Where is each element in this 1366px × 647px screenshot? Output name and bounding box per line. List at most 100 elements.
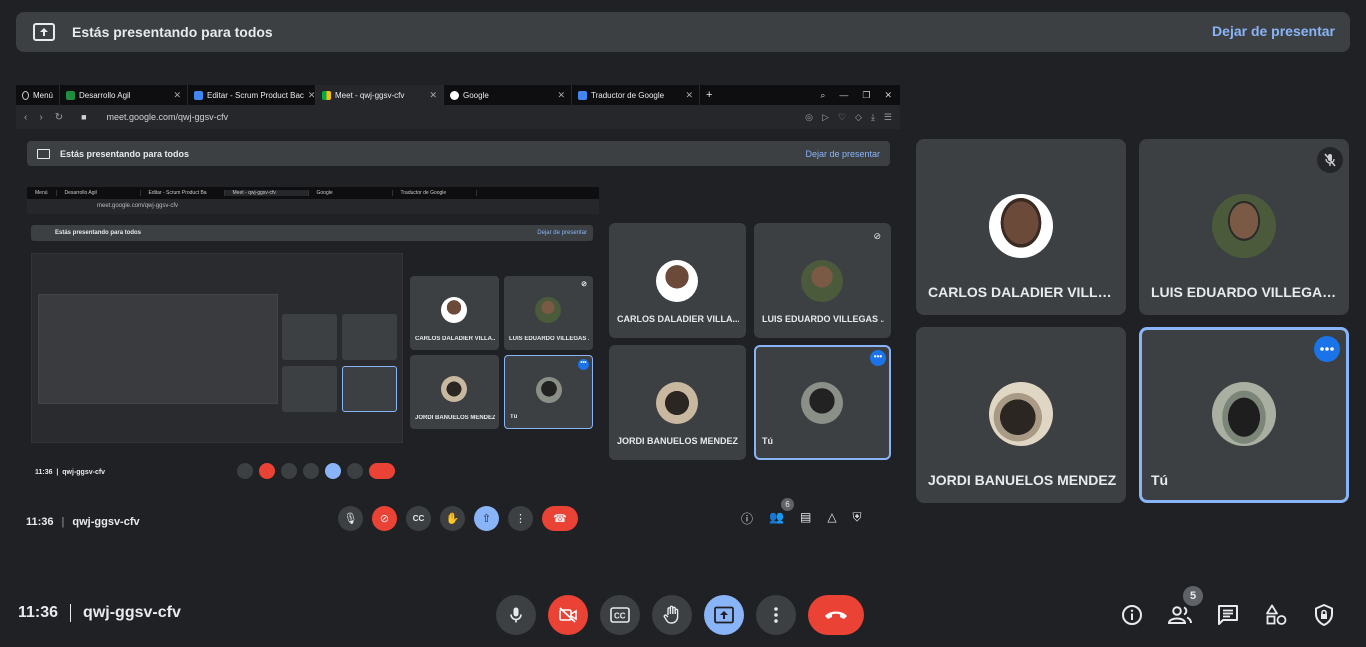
avatar	[801, 260, 843, 302]
activities-icon	[1266, 604, 1287, 625]
tab-label: Editar - Scrum Product Bac	[207, 90, 304, 100]
meet-icon	[322, 90, 331, 100]
presenting-banner: Estás presentando para todos Dejar de pr…	[16, 12, 1350, 52]
heart-icon[interactable]: ♡	[838, 112, 846, 123]
more-horiz-icon	[1320, 347, 1334, 351]
address-bar: ‹ › ↻ ■ meet.google.com/qwj-ggsv-cfv ◎ ▷…	[16, 105, 900, 129]
time-text: 11:36	[26, 516, 54, 528]
nested-tab: Google	[309, 190, 393, 196]
nested-control-bar: 11:36 | qwj-ggsv-cfv	[27, 455, 599, 491]
avatar	[1212, 382, 1276, 446]
cube-icon[interactable]: ◇	[855, 112, 862, 123]
tab-label: Menú	[32, 90, 53, 100]
people-button[interactable]: 5	[1160, 586, 1203, 635]
present-button[interactable]	[704, 595, 744, 635]
nested-presenting-banner: Estás presentando para todos Dejar de pr…	[31, 225, 593, 241]
avatar	[441, 376, 467, 402]
avatar	[656, 260, 698, 302]
forward-icon[interactable]: ›	[39, 112, 42, 123]
send-icon[interactable]: ▷	[822, 112, 829, 123]
more-options-button[interactable]	[756, 595, 796, 635]
participant-tile-self: Tú •••	[504, 355, 593, 429]
participant-tile-self[interactable]: Tú	[1139, 327, 1349, 503]
back-icon[interactable]: ‹	[24, 112, 27, 123]
shared-screen: Menú Desarrollo Agil ✕ Editar - Scrum Pr…	[16, 85, 900, 539]
presenting-text: Estás presentando para todos	[72, 24, 273, 40]
nested-address-bar: meet.google.com/qwj-ggsv-cfv	[27, 199, 599, 214]
tab-label: Desarrollo Agil	[79, 90, 131, 100]
tab-google[interactable]: Google ✕	[444, 85, 572, 105]
stop-presenting-button[interactable]: Dejar de presentar	[1212, 23, 1335, 39]
avatar	[989, 382, 1053, 446]
tab-desarrollo-agil[interactable]: Desarrollo Agil ✕	[60, 85, 188, 105]
window-controls: ⌕ — ❐ ✕	[820, 90, 900, 101]
more-icon	[347, 463, 363, 479]
close-tab-icon[interactable]: ✕	[685, 90, 693, 101]
nested-tab: Menú	[27, 190, 57, 196]
camera-off-icon	[559, 607, 577, 623]
reload-icon[interactable]: ↻	[55, 112, 63, 123]
avatar	[441, 297, 467, 323]
captions-button[interactable]: CC	[600, 595, 640, 635]
more-options-button[interactable]	[1314, 336, 1340, 362]
host-controls-button[interactable]	[1304, 595, 1344, 635]
search-icon[interactable]: ⌕	[820, 90, 825, 101]
more-options-icon: •••	[578, 359, 589, 370]
stop-presenting-link[interactable]: Dejar de presentar	[805, 149, 880, 159]
people-icon: 👥	[769, 510, 784, 524]
nested-tabbar: Menú Desarrollo Agil Editar - Scrum Prod…	[27, 187, 599, 199]
participant-name: JORDI BANUELOS MENDEZ	[617, 436, 739, 446]
nested-shared-screen: Menú Desarrollo Agil Editar - Scrum Prod…	[27, 187, 599, 491]
menu-icon[interactable]: ☰	[884, 112, 892, 123]
participant-tile-carlos[interactable]: CARLOS DALADIER VILLA...	[916, 139, 1126, 315]
deeper-nested-content	[38, 294, 278, 404]
download-icon[interactable]: ⤓	[871, 112, 875, 123]
more-vert-icon: ⋮	[508, 506, 533, 531]
screen-participant-tile: LUIS EDUARDO VILLEGAS ... ⊘	[754, 223, 891, 338]
leave-call-button[interactable]	[808, 595, 864, 635]
raise-hand-button[interactable]	[652, 595, 692, 635]
chat-button[interactable]	[1208, 595, 1248, 635]
mic-off-icon	[1317, 147, 1343, 173]
tab-traductor[interactable]: Traductor de Google ✕	[572, 85, 700, 105]
new-tab-button[interactable]: +	[700, 85, 718, 105]
meeting-info-button[interactable]	[1112, 595, 1152, 635]
participant-name: Tú	[762, 436, 773, 446]
close-window-icon[interactable]: ✕	[884, 90, 892, 101]
participant-tile: LUIS EDUARDO VILLEGAS ... ⊘	[504, 276, 593, 350]
present-screen-icon	[33, 23, 55, 41]
presenting-text: Estás presentando para todos	[55, 230, 142, 236]
captions-icon: CC	[610, 607, 630, 623]
participant-tile-luis[interactable]: LUIS EDUARDO VILLEGAS ...	[1139, 139, 1349, 315]
host-controls-icon: ⛨	[852, 510, 862, 524]
close-tab-icon[interactable]: ✕	[557, 90, 565, 101]
tab-meet[interactable]: Meet - qwj-ggsv-cfv ✕	[316, 85, 444, 105]
minimize-icon[interactable]: —	[839, 90, 848, 101]
deeper-nested-screen	[31, 253, 403, 443]
activities-button[interactable]	[1256, 595, 1296, 635]
camera-button[interactable]	[548, 595, 588, 635]
people-count-badge: 5	[1183, 586, 1203, 606]
close-tab-icon[interactable]: ✕	[429, 90, 437, 101]
maximize-icon[interactable]: ❐	[862, 90, 870, 101]
tab-editar-scrum[interactable]: Editar - Scrum Product Bac ✕	[188, 85, 316, 105]
mic-icon: 🎙	[338, 506, 363, 531]
end-call-icon: ☎	[542, 506, 578, 531]
current-time: 11:36	[18, 604, 59, 621]
nested-clock: 11:36 | qwj-ggsv-cfv	[35, 469, 106, 476]
participant-tile-jordi[interactable]: JORDI BANUELOS MENDEZ	[916, 327, 1126, 503]
url-field[interactable]: meet.google.com/qwj-ggsv-cfv	[107, 112, 229, 122]
browser-menu-tab[interactable]: Menú	[16, 85, 60, 105]
meeting-code: qwj-ggsv-cfv	[62, 469, 106, 476]
avatar	[1212, 194, 1276, 258]
meeting-control-bar: 11:36 qwj-ggsv-cfv CC 5	[0, 580, 1366, 647]
mic-button[interactable]	[496, 595, 536, 635]
hand-icon: ✋	[440, 506, 465, 531]
close-tab-icon[interactable]: ✕	[173, 90, 181, 101]
close-tab-icon[interactable]: ✕	[308, 90, 315, 101]
present-screen-icon	[714, 606, 734, 624]
tab-label: Google	[463, 90, 489, 100]
snapshot-icon[interactable]: ◎	[805, 112, 813, 123]
tab-label: Meet - qwj-ggsv-cfv	[335, 90, 405, 100]
present-screen-icon	[37, 148, 50, 159]
